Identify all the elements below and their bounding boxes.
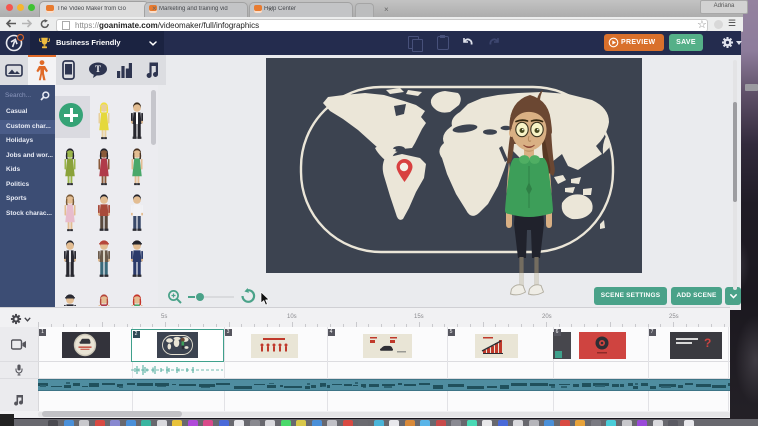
svg-text:T: T <box>95 64 101 74</box>
